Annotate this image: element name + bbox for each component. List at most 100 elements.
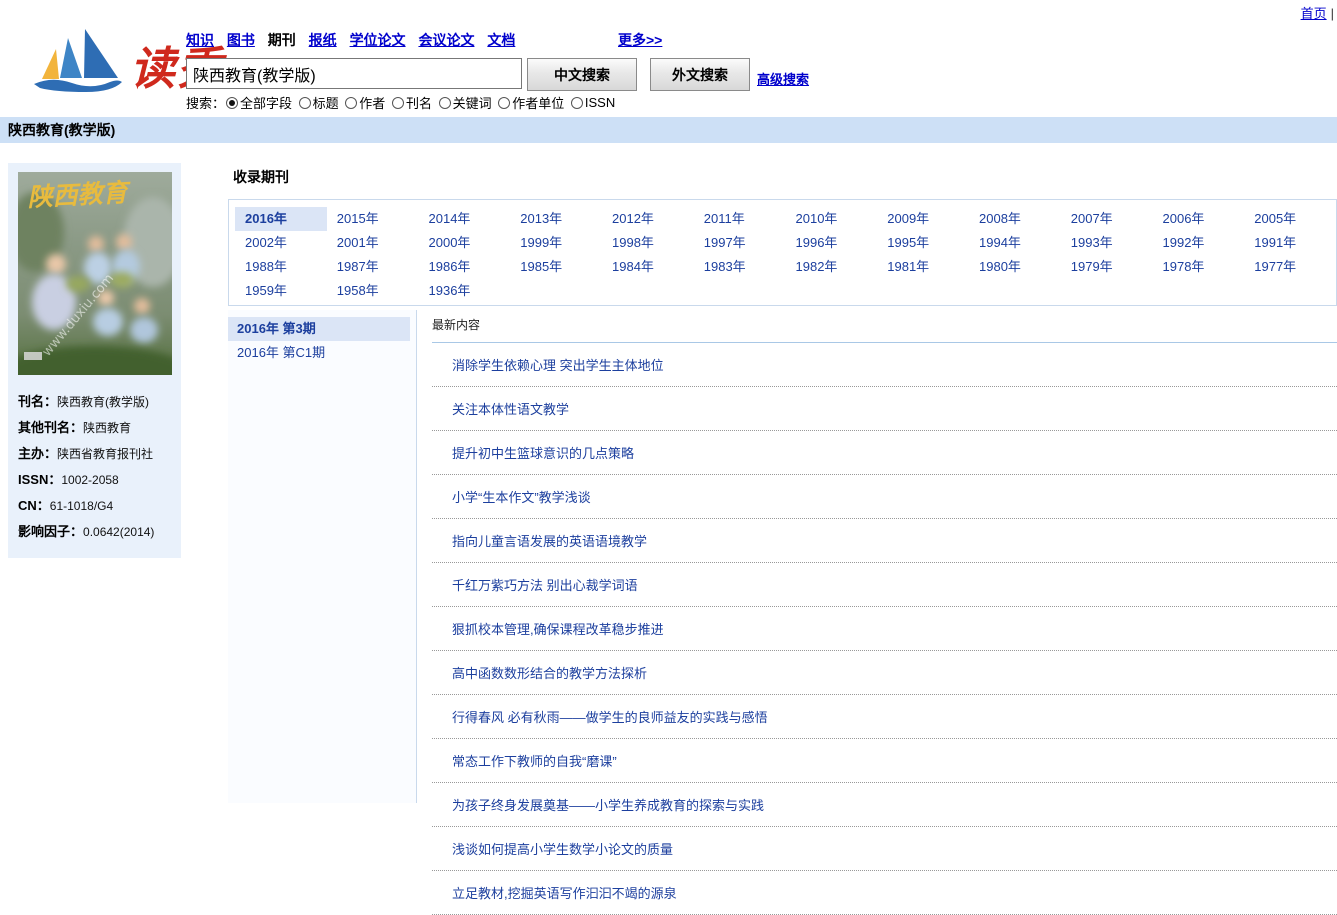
issues-panel: 2016年 第3期 2016年 第C1期: [228, 310, 417, 803]
year-link[interactable]: 1936年: [419, 279, 511, 303]
article-link[interactable]: 狠抓校本管理,确保课程改革稳步推进: [452, 622, 664, 637]
nav-link[interactable]: 期刊: [268, 32, 296, 48]
advanced-search-link[interactable]: 高级搜索: [757, 69, 809, 88]
search-scope-option[interactable]: 作者单位: [498, 93, 564, 112]
article-link[interactable]: 提升初中生篮球意识的几点策略: [452, 446, 634, 461]
year-link[interactable]: 1979年: [1061, 255, 1153, 279]
year-link[interactable]: 2008年: [969, 207, 1061, 231]
article-link[interactable]: 关注本体性语文教学: [452, 402, 569, 417]
year-link[interactable]: 2015年: [327, 207, 419, 231]
article-link[interactable]: 浅谈如何提高小学生数学小论文的质量: [452, 842, 673, 857]
year-link[interactable]: 2011年: [694, 207, 786, 231]
year-link[interactable]: 1959年: [235, 279, 327, 303]
scope-option-label: 作者单位: [512, 93, 564, 112]
radio-icon[interactable]: [226, 97, 238, 109]
article-link[interactable]: 千红万紫巧方法 别出心裁学词语: [452, 578, 638, 593]
article-link[interactable]: 常态工作下教师的自我“磨课”: [452, 754, 617, 769]
chinese-search-button[interactable]: 中文搜索: [527, 58, 637, 91]
journal-meta-row: 主办：陕西省教育报刊社: [8, 441, 181, 467]
radio-icon[interactable]: [498, 97, 510, 109]
journal-meta-row: 其他刊名：陕西教育: [8, 415, 181, 441]
year-link[interactable]: 2006年: [1153, 207, 1245, 231]
year-link[interactable]: 1993年: [1061, 231, 1153, 255]
year-link[interactable]: 1977年: [1244, 255, 1336, 279]
nav-link[interactable]: 学位论文: [350, 32, 406, 48]
year-link[interactable]: 1978年: [1153, 255, 1245, 279]
year-link[interactable]: 1994年: [969, 231, 1061, 255]
issue-item[interactable]: 2016年 第3期: [228, 317, 410, 341]
nav-link[interactable]: 图书: [227, 32, 255, 48]
year-link[interactable]: 1958年: [327, 279, 419, 303]
nav-link[interactable]: 报纸: [309, 32, 337, 48]
nav-link[interactable]: 知识: [186, 32, 214, 48]
year-link[interactable]: 1996年: [786, 231, 878, 255]
search-scope-option[interactable]: 作者: [345, 93, 385, 112]
year-link[interactable]: 2001年: [327, 231, 419, 255]
year-link[interactable]: 2010年: [786, 207, 878, 231]
radio-icon[interactable]: [345, 97, 357, 109]
article-link[interactable]: 消除学生依赖心理 突出学生主体地位: [452, 358, 664, 373]
nav-link[interactable]: 文档: [487, 32, 515, 48]
meta-value: 陕西教育(教学版): [57, 395, 149, 409]
year-link[interactable]: 1987年: [327, 255, 419, 279]
year-link[interactable]: 1981年: [877, 255, 969, 279]
year-link[interactable]: 1988年: [235, 255, 327, 279]
article-row: 立足教材,挖掘英语写作汩汩不竭的源泉: [432, 871, 1337, 915]
year-link[interactable]: 1992年: [1153, 231, 1245, 255]
search-scope-option[interactable]: 刊名: [392, 93, 432, 112]
meta-label: 主办：: [18, 446, 57, 461]
year-link[interactable]: 2013年: [510, 207, 602, 231]
article-row: 浅谈如何提高小学生数学小论文的质量: [432, 827, 1337, 871]
issues-and-articles: 2016年 第3期 2016年 第C1期 最新内容 消除学生依赖心理 突出学生主…: [228, 310, 1337, 803]
issue-item[interactable]: 2016年 第C1期: [228, 341, 410, 365]
search-scope-option[interactable]: ISSN: [571, 95, 615, 110]
year-link[interactable]: 1997年: [694, 231, 786, 255]
year-link[interactable]: 2009年: [877, 207, 969, 231]
year-link[interactable]: 1999年: [510, 231, 602, 255]
article-link[interactable]: 行得春风 必有秋雨——做学生的良师益友的实践与感悟: [452, 710, 768, 725]
article-link[interactable]: 高中函数数形结合的教学方法探析: [452, 666, 647, 681]
article-row: 千红万紫巧方法 别出心裁学词语: [432, 563, 1337, 607]
more-link[interactable]: 更多>>: [618, 30, 662, 50]
year-link[interactable]: 1983年: [694, 255, 786, 279]
search-input[interactable]: [186, 58, 522, 89]
home-link[interactable]: 首页: [1301, 6, 1327, 21]
article-link[interactable]: 为孩子终身发展奠基——小学生养成教育的探索与实践: [452, 798, 764, 813]
radio-icon[interactable]: [392, 97, 404, 109]
link-separator: |: [1331, 6, 1334, 21]
search-scope-option[interactable]: 关键词: [439, 93, 492, 112]
article-link[interactable]: 指向儿童言语发展的英语语境教学: [452, 534, 647, 549]
year-link[interactable]: 1985年: [510, 255, 602, 279]
article-link[interactable]: 小学“生本作文”教学浅谈: [452, 490, 591, 505]
year-link[interactable]: 2005年: [1244, 207, 1336, 231]
meta-value: 1002-2058: [61, 473, 118, 487]
year-link[interactable]: 2016年: [235, 207, 327, 231]
meta-value: 陕西教育: [83, 421, 131, 435]
article-row: 行得春风 必有秋雨——做学生的良师益友的实践与感悟: [432, 695, 1337, 739]
journal-meta: 刊名：陕西教育(教学版) 其他刊名：陕西教育 主办：陕西省教育报刊社 ISSN：…: [8, 389, 181, 545]
radio-icon[interactable]: [571, 97, 583, 109]
journal-meta-row: 影响因子：0.0642(2014): [8, 519, 181, 545]
year-link[interactable]: 1986年: [419, 255, 511, 279]
year-link[interactable]: 2000年: [419, 231, 511, 255]
year-link[interactable]: 1982年: [786, 255, 878, 279]
year-link[interactable]: 1998年: [602, 231, 694, 255]
year-link[interactable]: 1984年: [602, 255, 694, 279]
year-link[interactable]: 1991年: [1244, 231, 1336, 255]
year-link[interactable]: 1995年: [877, 231, 969, 255]
search-scope-option[interactable]: 标题: [299, 93, 339, 112]
journal-meta-row: ISSN：1002-2058: [8, 467, 181, 493]
year-link[interactable]: 2014年: [419, 207, 511, 231]
year-link[interactable]: 2012年: [602, 207, 694, 231]
article-link[interactable]: 立足教材,挖掘英语写作汩汩不竭的源泉: [452, 886, 677, 901]
year-link[interactable]: 1980年: [969, 255, 1061, 279]
radio-icon[interactable]: [299, 97, 311, 109]
nav-link[interactable]: 会议论文: [418, 32, 474, 48]
year-link[interactable]: 2002年: [235, 231, 327, 255]
foreign-search-button[interactable]: 外文搜索: [650, 58, 750, 91]
year-link[interactable]: 2007年: [1061, 207, 1153, 231]
article-row: 为孩子终身发展奠基——小学生养成教育的探索与实践: [432, 783, 1337, 827]
radio-icon[interactable]: [439, 97, 451, 109]
search-scope-option[interactable]: 全部字段: [226, 93, 292, 112]
scope-options: 全部字段 标题 作者 刊名 关键词 作者单位 ISSN: [226, 93, 618, 112]
